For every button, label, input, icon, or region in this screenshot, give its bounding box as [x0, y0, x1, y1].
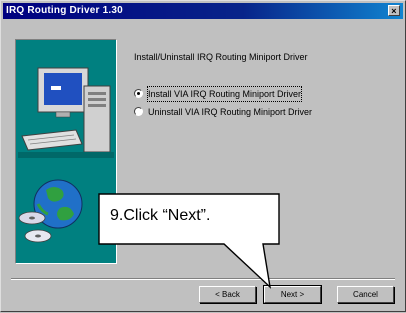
callout-text: 9.Click “Next”.: [110, 207, 211, 224]
callout-bubble: [98, 193, 280, 289]
installer-dialog: IRQ Routing Driver 1.30 × Install/Uninst…: [0, 0, 406, 312]
